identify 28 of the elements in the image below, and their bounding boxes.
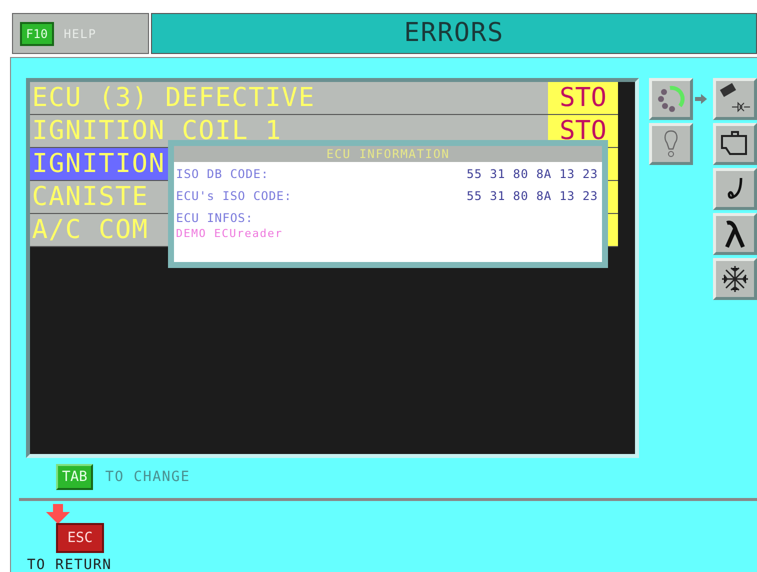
help-key[interactable]: F10 [20, 22, 54, 46]
engine-icon[interactable] [713, 123, 757, 165]
error-text: CANISTE [31, 181, 149, 213]
error-text: IGNITION COIL 1 [31, 115, 282, 147]
error-text: ECU (3) DEFECTIVE [31, 82, 316, 114]
field-label: ECU's ISO CODE: [176, 188, 292, 204]
error-row[interactable]: ECU (3) DEFECTIVE STO [30, 82, 618, 115]
esc-hint-text: TO RETURN [27, 556, 112, 572]
arrow-icon [695, 94, 707, 104]
window-title: ERRORS [404, 17, 504, 50]
esc-key[interactable]: ESC [56, 523, 104, 553]
status-cell: STO [548, 82, 618, 114]
field-value: 55 31 80 8A 13 23 [466, 166, 598, 182]
bulb-icon[interactable] [649, 123, 693, 165]
popup-title: ECU INFORMATION [326, 146, 450, 163]
field-value: 55 31 80 8A 13 23 [466, 188, 598, 204]
ecu-info-text: DEMO ECUreader [176, 226, 284, 242]
chip-arrows-icon[interactable] [713, 78, 757, 120]
down-arrow-icon [46, 504, 70, 524]
error-text: IGNITION [31, 148, 166, 180]
field-label: ISO DB CODE: [176, 166, 269, 182]
snowflake-icon[interactable] [713, 258, 757, 300]
field-label: ECU INFOS: [176, 210, 254, 226]
error-text: A/C COM [31, 214, 149, 246]
lambda-icon[interactable] [713, 213, 757, 255]
tab-key[interactable]: TAB [56, 464, 94, 490]
squiggle-icon[interactable] [713, 168, 757, 210]
tab-hint-text: TO CHANGE [105, 468, 190, 486]
